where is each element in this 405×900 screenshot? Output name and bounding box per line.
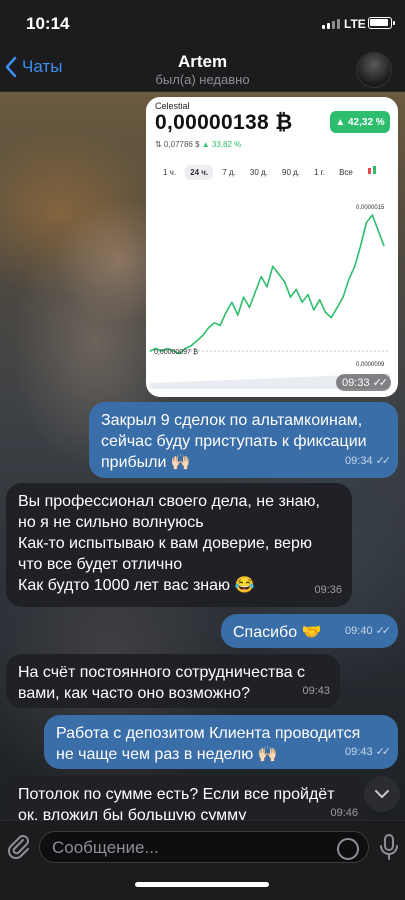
data-point (336, 306, 338, 308)
message-time: 09:36 (314, 580, 342, 601)
message-time: 09:43 ✓✓ (345, 742, 392, 763)
signal-icon (322, 19, 340, 29)
data-point (225, 311, 227, 314)
data-point (324, 311, 327, 314)
message-text: Закрыл 9 сделок по альтамкоинам, сейчас … (101, 412, 367, 471)
read-ticks-icon: ✓✓ (375, 746, 392, 758)
incoming-message[interactable]: Вы профессионал своего дела, не знаю, но… (6, 483, 352, 607)
data-point (278, 273, 280, 275)
data-point (260, 276, 262, 278)
data-point (354, 265, 356, 267)
message-time: 09:34 ✓✓ (345, 451, 392, 472)
data-point (295, 288, 297, 291)
outgoing-message[interactable]: Спасибо 🤝 09:40 ✓✓ (221, 614, 398, 648)
data-point (213, 322, 215, 324)
data-point (365, 222, 368, 224)
status-time: 10:14 (26, 14, 70, 33)
data-point (348, 278, 350, 280)
max-label: 0,0000015 (356, 205, 385, 211)
data-point (330, 317, 332, 319)
paperclip-icon[interactable] (6, 833, 32, 859)
message-text: Вы профессионал своего дела, не знаю, но… (18, 493, 320, 594)
read-ticks-icon: ✓✓ (372, 377, 389, 389)
message-time-label: 09:43 (345, 746, 373, 758)
data-point (360, 245, 362, 247)
series-line (149, 214, 385, 355)
data-point (283, 281, 286, 283)
data-point (289, 296, 291, 298)
image-time: 09:33 ✓✓ (336, 374, 391, 391)
message-time-label: 09:40 (345, 625, 373, 637)
outgoing-message[interactable]: Закрыл 9 сделок по альтамкоинам, сейчас … (89, 402, 398, 478)
data-point (243, 296, 245, 298)
read-ticks-icon: ✓✓ (375, 625, 392, 637)
data-point (254, 291, 256, 293)
message-time: 09:43 (302, 681, 330, 702)
price-chart: 0,0000015 0,0000009 0,00000097 ₿ (149, 205, 390, 389)
data-point (190, 345, 192, 347)
data-point (301, 301, 303, 303)
message-placeholder: Сообщение... (52, 838, 159, 857)
incoming-message[interactable]: На счёт постоянного сотрудничества с вам… (6, 654, 340, 708)
crypto-chart-card: Celestial 0,00000138 ₿ ▲ 42,32 % ⇅ 0,077… (146, 97, 398, 397)
sticker-icon[interactable] (337, 838, 359, 860)
message-input[interactable]: Сообщение... (39, 831, 369, 863)
min-label: 0,0000009 (356, 362, 385, 368)
message-time-label: 09:43 (302, 685, 330, 697)
data-point (248, 306, 251, 308)
message-time: 09:40 ✓✓ (345, 621, 392, 642)
data-point (319, 299, 321, 301)
data-point (237, 314, 239, 316)
data-point (307, 293, 309, 296)
data-point (219, 324, 221, 326)
read-ticks-icon: ✓✓ (375, 455, 392, 467)
chat-header: Чаты Artem был(а) недавно (0, 48, 405, 92)
data-point (371, 214, 373, 216)
message-time-label: 09:34 (345, 455, 373, 467)
home-indicator (135, 882, 269, 887)
data-point (377, 229, 379, 231)
message-time-label: 09:36 (314, 584, 342, 596)
data-point (342, 296, 344, 298)
chat-title[interactable]: Artem (0, 52, 405, 72)
message-composer: Сообщение... (0, 820, 405, 900)
scroll-down-button[interactable] (364, 776, 400, 812)
data-point (196, 340, 198, 342)
image-time-label: 09:33 (342, 376, 370, 389)
battery-icon (368, 17, 395, 29)
chevron-down-icon (375, 790, 389, 798)
data-point (272, 265, 274, 267)
data-point (207, 327, 210, 329)
message-text: На счёт постоянного сотрудничества с вам… (18, 664, 305, 702)
microphone-icon[interactable] (377, 833, 401, 861)
outgoing-message[interactable]: Работа с депозитом Клиента проводится не… (44, 715, 398, 769)
data-point (202, 335, 204, 337)
image-message[interactable]: Celestial 0,00000138 ₿ ▲ 42,32 % ⇅ 0,077… (146, 97, 398, 397)
data-point (266, 286, 268, 288)
avatar[interactable] (356, 52, 392, 88)
data-point (313, 309, 315, 311)
data-point (383, 245, 385, 247)
last-seen: был(а) недавно (155, 72, 250, 87)
network-label: LTE (344, 17, 366, 31)
status-bar: 10:14 LTE (0, 0, 405, 48)
data-point (231, 301, 233, 303)
start-label: 0,00000097 ₿ (154, 348, 198, 356)
message-text: Работа с депозитом Клиента проводится не… (56, 725, 361, 763)
data-point (149, 350, 151, 352)
